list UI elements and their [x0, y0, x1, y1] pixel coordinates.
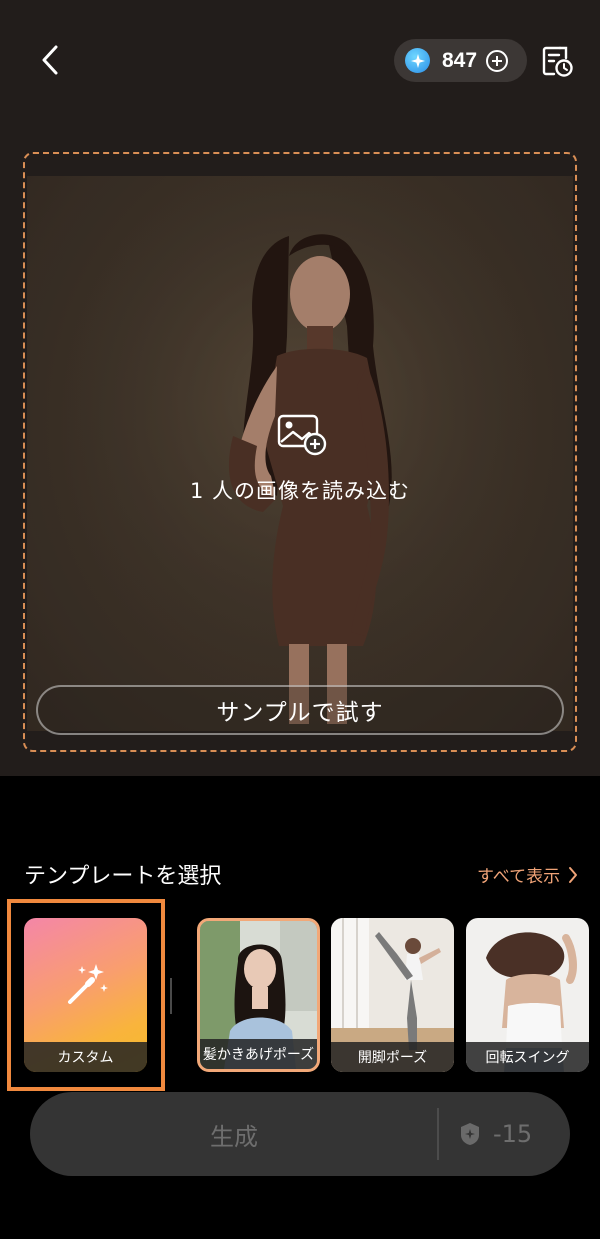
magic-wand-icon	[68, 964, 108, 1004]
template-spin-swing[interactable]: 回転スイング	[466, 918, 589, 1072]
generate-bar: 生成 -15	[30, 1092, 570, 1176]
generation-cost: -15	[457, 1092, 532, 1176]
credit-gem-icon	[405, 48, 430, 73]
template-custom[interactable]: カスタム	[24, 918, 147, 1072]
chevron-right-icon	[569, 866, 578, 883]
see-all-link[interactable]: すべて表示	[477, 862, 578, 887]
generate-divider	[437, 1108, 439, 1160]
template-leg-split-pose[interactable]: 開脚ポーズ	[331, 918, 454, 1072]
add-image-icon	[277, 414, 327, 456]
see-all-label: すべて表示	[477, 867, 561, 887]
credit-balance[interactable]: 847	[394, 39, 527, 82]
template-custom-label: カスタム	[24, 1042, 147, 1072]
template-hair-pose[interactable]: 髪かきあげポーズ	[197, 918, 320, 1072]
generation-cost-value: -15	[493, 1120, 533, 1148]
history-button[interactable]	[540, 44, 574, 78]
add-credits-icon[interactable]	[485, 49, 509, 73]
history-icon	[542, 46, 573, 77]
credit-cost-icon	[461, 1123, 479, 1145]
chevron-left-icon	[42, 45, 58, 75]
try-sample-button[interactable]: サンプルで試す	[36, 685, 564, 735]
template-leg-split-label: 開脚ポーズ	[331, 1042, 454, 1072]
generate-button[interactable]: 生成	[30, 1092, 438, 1176]
template-section-title: テンプレートを選択	[24, 864, 222, 889]
credit-count: 847	[442, 48, 478, 72]
template-divider	[170, 978, 172, 1014]
template-spin-swing-label: 回転スイング	[466, 1042, 589, 1072]
template-hair-pose-label: 髪かきあげポーズ	[200, 1039, 317, 1069]
back-button[interactable]	[30, 40, 70, 80]
upload-prompt: 1 人の画像を読み込む	[189, 479, 411, 503]
